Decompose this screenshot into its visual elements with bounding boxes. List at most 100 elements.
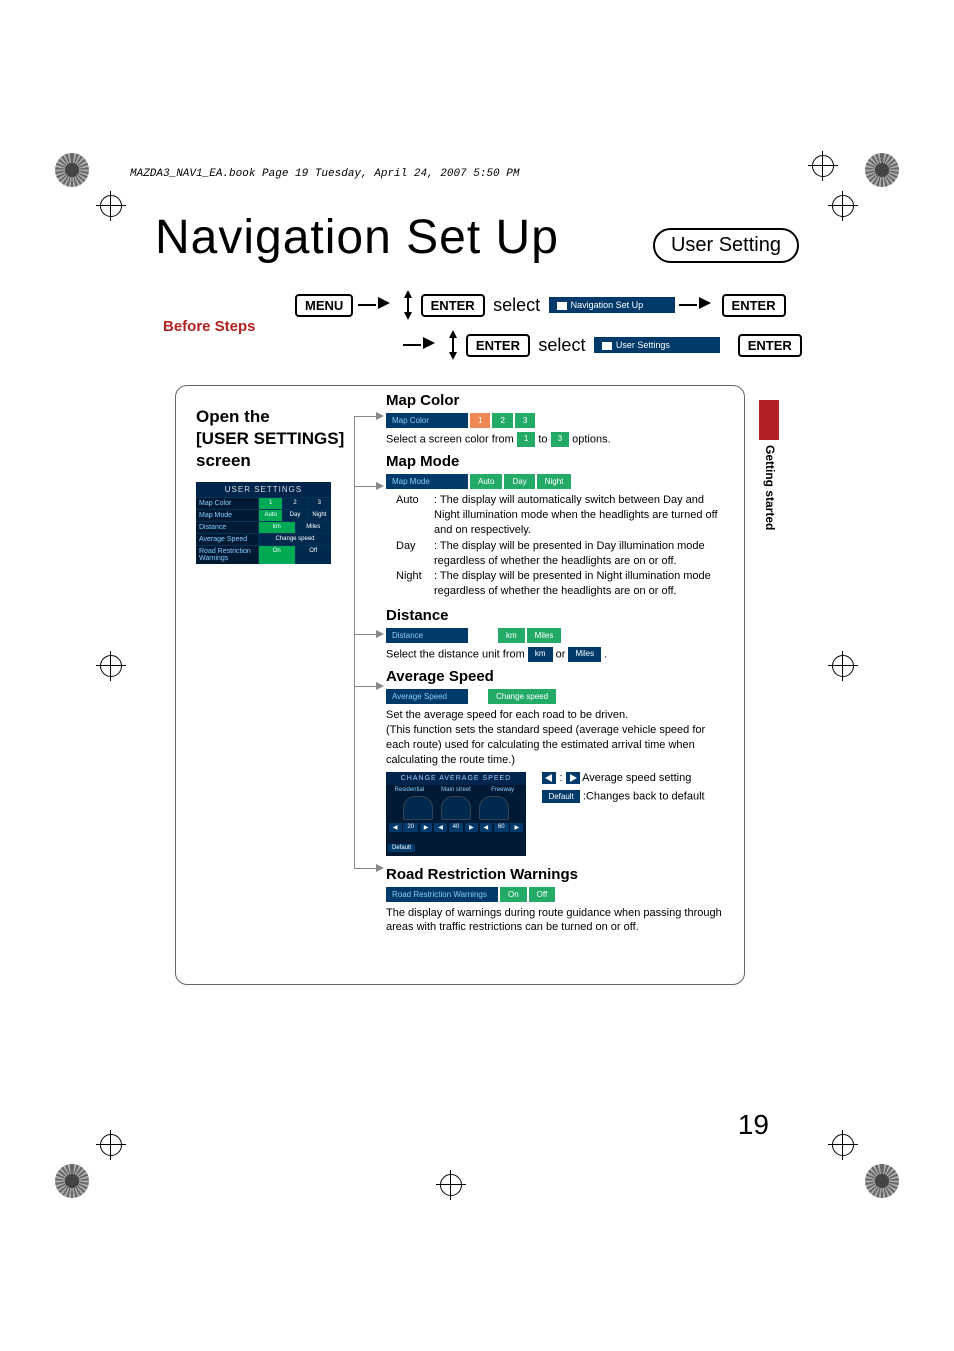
screenshot-header: USER SETTINGS [196, 482, 331, 497]
text: . [604, 648, 607, 660]
registration-mark-icon [865, 1164, 899, 1198]
menu-button[interactable]: MENU [295, 294, 353, 317]
change-speed-button[interactable]: Change speed [488, 689, 556, 704]
section-map-color: Map Color [386, 392, 726, 409]
side-tab-label: Getting started [763, 445, 777, 530]
screenshot-option: km [258, 522, 295, 533]
map-mode-option[interactable]: Day [504, 474, 534, 489]
user-settings-chip[interactable]: User Settings [594, 337, 720, 353]
screenshot-option: On [258, 546, 295, 564]
registration-mark-icon [55, 153, 89, 187]
map-mode-option[interactable]: Night [537, 474, 572, 489]
text: to [538, 433, 550, 445]
updown-icon [447, 330, 459, 360]
triangle-left-icon [542, 772, 556, 784]
default-chip: Default [542, 790, 579, 803]
screenshot-option: Off [295, 546, 332, 564]
triangle-right-icon [566, 772, 580, 784]
chip-label: Distance [386, 628, 468, 643]
right-button[interactable]: ▶ [465, 823, 478, 832]
steps-diagram: MENU ENTER select Navigation Set Up ENTE… [295, 290, 802, 370]
inline-chip: Miles [568, 647, 601, 662]
mode-key: Auto [396, 493, 434, 538]
print-header: MAZDA3_NAV1_EA.book Page 19 Tuesday, Apr… [130, 168, 519, 180]
right-button[interactable]: ▶ [510, 823, 523, 832]
registration-mark-icon [865, 153, 899, 187]
chip-label: Map Color [386, 413, 468, 428]
map-mode-option[interactable]: Auto [470, 474, 502, 489]
page-title: Navigation Set Up [155, 211, 559, 264]
mode-key: Day [396, 539, 434, 569]
screenshot-option: Auto [258, 510, 282, 521]
map-color-option[interactable]: 2 [492, 413, 512, 428]
screenshot-row: Road Restriction WarningsOnOff [196, 545, 331, 564]
text: :Changes back to default [583, 790, 705, 802]
enter-button[interactable]: ENTER [421, 294, 485, 317]
updown-icon [402, 290, 414, 320]
left-button[interactable]: ◀ [480, 823, 493, 832]
title-area: Navigation Set Up User Setting [155, 210, 799, 265]
enter-button[interactable]: ENTER [722, 294, 786, 317]
crop-mark-icon [832, 1134, 854, 1156]
left-button[interactable]: ◀ [389, 823, 402, 832]
map-color-bar: Map Color 1 2 3 [386, 413, 726, 428]
open-title: Open the [USER SETTINGS] screen [196, 406, 356, 472]
avg-col-label: Freeway [479, 785, 526, 795]
screenshot-row-label: Map Color [196, 498, 258, 509]
change-avg-speed-screenshot: CHANGE AVERAGE SPEED Residential Main st… [386, 772, 526, 856]
avg-speed-bar: Average Speed Change speed [386, 689, 726, 704]
distance-option[interactable]: Miles [527, 628, 562, 643]
arrow-right-icon [378, 296, 390, 314]
enter-button[interactable]: ENTER [738, 334, 802, 357]
section-road-restriction: Road Restriction Warnings [386, 866, 726, 883]
screenshot-option: 2 [282, 498, 306, 509]
page: MAZDA3_NAV1_EA.book Page 19 Tuesday, Apr… [0, 0, 954, 1351]
distance-option[interactable]: km [498, 628, 525, 643]
page-number: 19 [738, 1109, 769, 1141]
chip-label: Map Mode [386, 474, 468, 489]
map-color-option[interactable]: 1 [470, 413, 490, 428]
enter-button[interactable]: ENTER [466, 334, 530, 357]
left-column: Open the [USER SETTINGS] screen USER SET… [196, 406, 356, 564]
page-subtitle: User Setting [653, 228, 799, 263]
crop-mark-icon [440, 1174, 462, 1196]
screenshot-row: Map ModeAutoDayNight [196, 509, 331, 521]
chip-label: Average Speed [386, 689, 468, 704]
side-tab-marker [759, 400, 779, 440]
mode-desc: : The display will automatically switch … [434, 493, 726, 538]
open-title-line: [USER SETTINGS] [196, 428, 356, 450]
right-button[interactable]: ▶ [420, 823, 433, 832]
registration-mark-icon [55, 1164, 89, 1198]
nav-chip-label: User Settings [616, 340, 670, 350]
distance-bar: Distance km Miles [386, 628, 726, 643]
person-icon [602, 342, 612, 350]
user-settings-screenshot: USER SETTINGS Map Color123Map ModeAutoDa… [196, 482, 331, 564]
screenshot-option: 3 [307, 498, 331, 509]
avg-speed-body: Set the average speed for each road to b… [386, 708, 726, 767]
default-button[interactable]: Default [388, 844, 415, 852]
screenshot-row-label: Distance [196, 522, 258, 533]
before-steps-label: Before Steps [163, 318, 256, 335]
screenshot-row-label: Map Mode [196, 510, 258, 521]
nav-setup-chip[interactable]: Navigation Set Up [549, 297, 675, 313]
avg-side-notes: : Average speed setting Default :Changes… [542, 772, 704, 803]
map-color-body: Select a screen color from 1 to 3 option… [386, 432, 726, 447]
map-color-option[interactable]: 3 [515, 413, 535, 428]
section-distance: Distance [386, 607, 726, 624]
screenshot-header: CHANGE AVERAGE SPEED [386, 772, 526, 785]
rrw-option[interactable]: On [500, 887, 527, 902]
screenshot-option: Miles [295, 522, 332, 533]
arrow-right-icon [699, 296, 711, 314]
avg-speed-row: CHANGE AVERAGE SPEED Residential Main st… [386, 772, 726, 856]
crop-mark-icon [832, 195, 854, 217]
step-row-2: ENTER select User Settings ENTER [403, 330, 802, 360]
text: Select the distance unit from [386, 648, 528, 660]
screenshot-option: Day [282, 510, 306, 521]
side-tab: Getting started [757, 400, 779, 540]
inline-chip: 1 [517, 432, 535, 447]
crop-mark-icon [832, 655, 854, 677]
chip-label: Road Restriction Warnings [386, 887, 498, 902]
rrw-option[interactable]: Off [529, 887, 556, 902]
left-button[interactable]: ◀ [434, 823, 447, 832]
screenshot-row: Map Color123 [196, 497, 331, 509]
